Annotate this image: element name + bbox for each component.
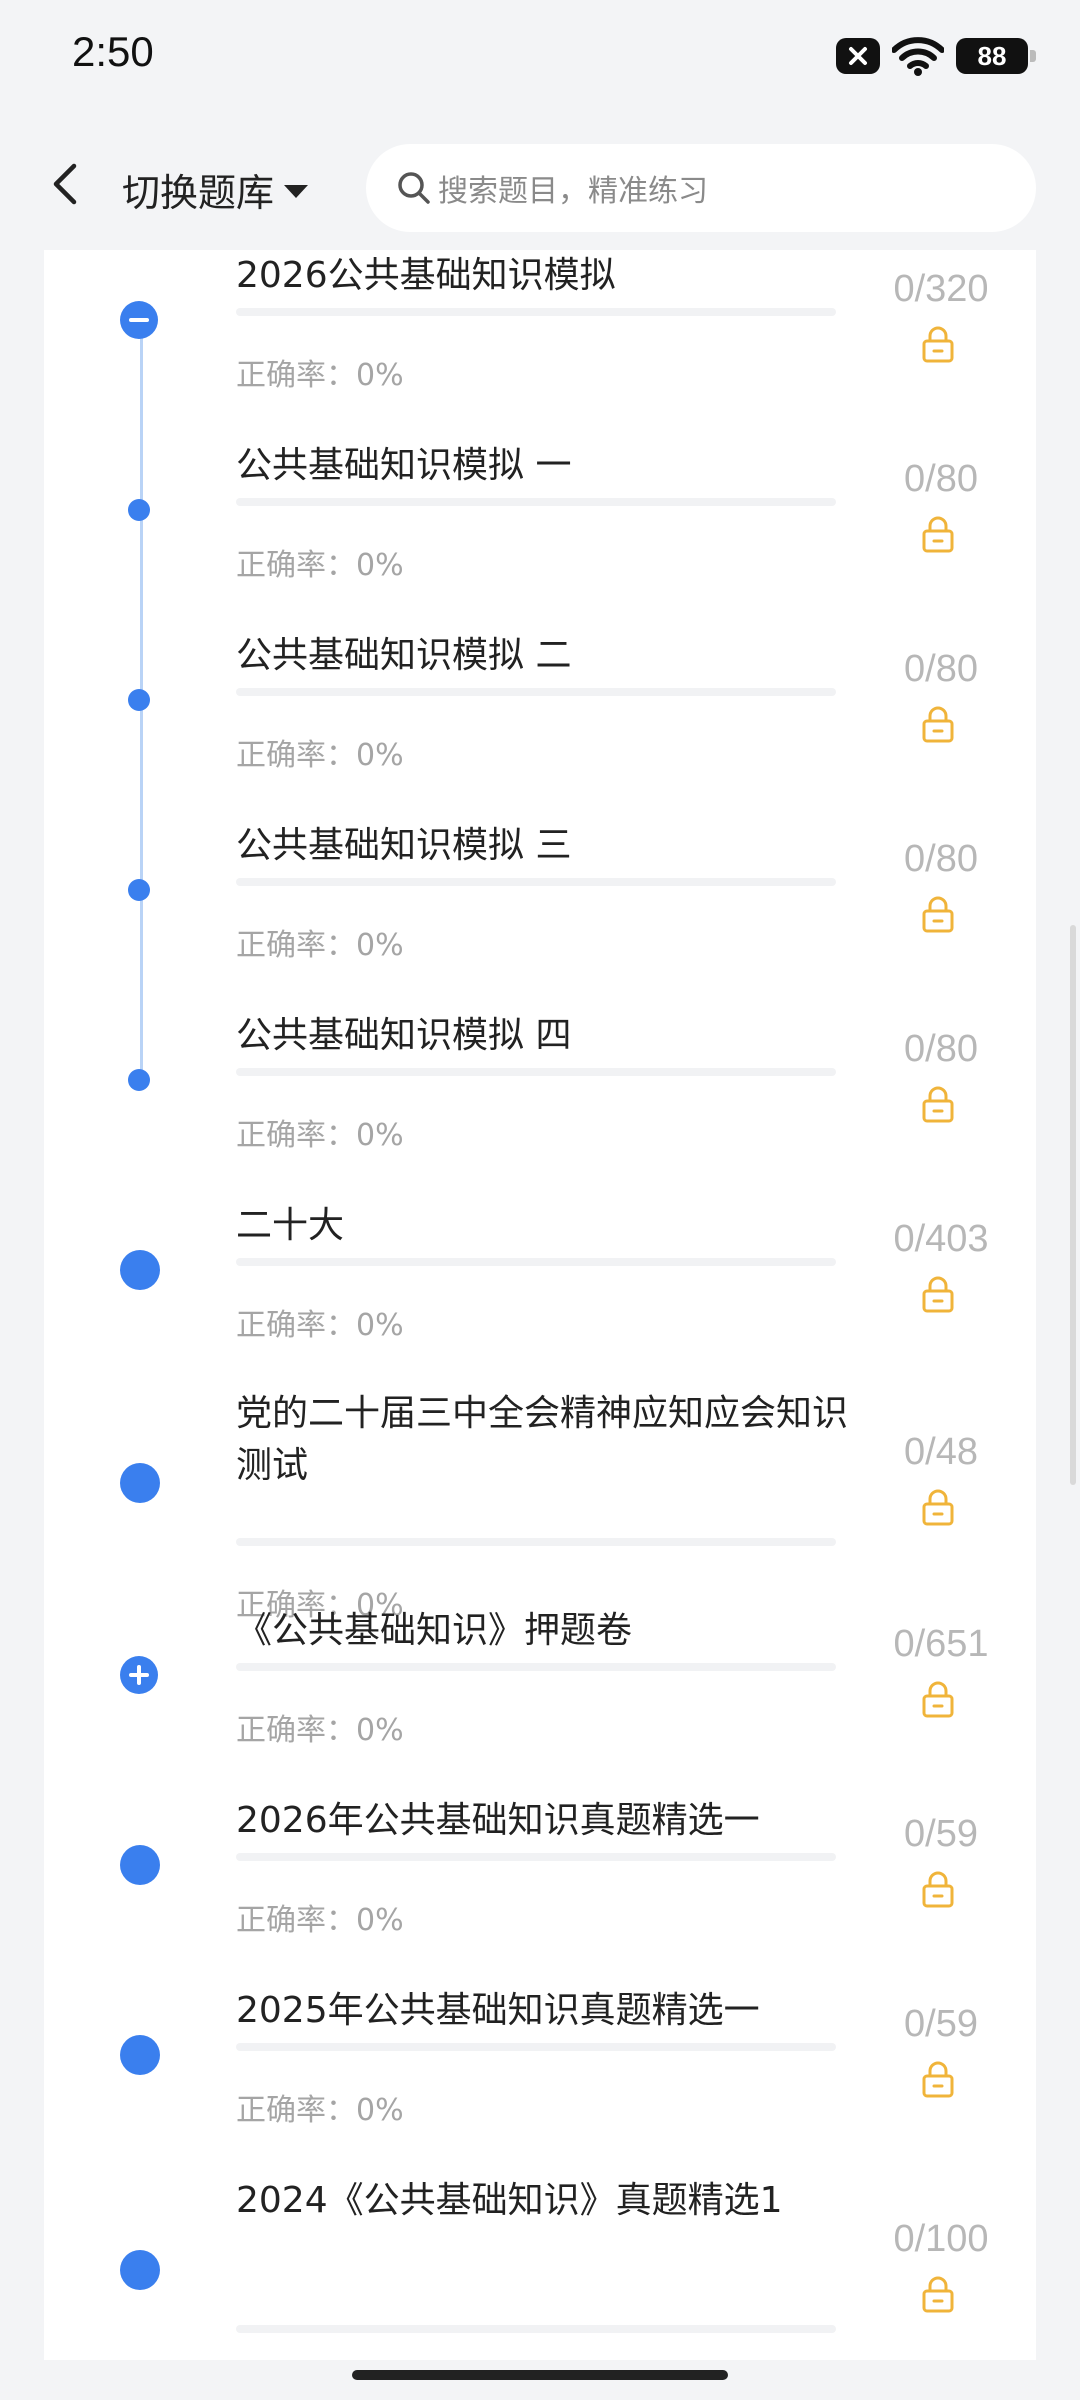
timeline-node <box>128 499 150 521</box>
lock-icon <box>918 1869 958 1909</box>
search-input[interactable]: 搜索题目，精准练习 <box>366 144 1036 232</box>
list-item[interactable]: 《公共基础知识》押题卷正确率：0% 0/651 <box>44 1605 1036 1795</box>
list-item[interactable]: 公共基础知识模拟 一正确率：0% 0/80 <box>44 440 1036 630</box>
search-placeholder: 搜索题目，精准练习 <box>438 174 708 209</box>
lock-icon <box>918 894 958 934</box>
lock-icon <box>918 1084 958 1124</box>
wifi-icon <box>892 37 944 76</box>
item-title: 2025年公共基础知识真题精选一 <box>236 1990 760 2031</box>
item-title: 党的二十届三中全会精神应知应会知识测试 <box>236 1393 849 1486</box>
accuracy-text: 正确率：0% <box>236 928 404 963</box>
progress-bar <box>236 498 836 506</box>
caret-down-icon <box>284 185 309 198</box>
list-item[interactable]: 二十大正确率：0% 0/403 <box>44 1200 1036 1390</box>
accuracy-text: 正确率：0% <box>236 1118 404 1153</box>
question-count: 0/80 <box>904 458 978 500</box>
list-item[interactable]: 公共基础知识模拟 三正确率：0% 0/80 <box>44 820 1036 1010</box>
timeline-node <box>128 879 150 901</box>
item-title: 二十大 <box>236 1205 345 1246</box>
lock-icon <box>918 1274 958 1314</box>
list-item[interactable]: 2025年公共基础知识真题精选一正确率：0% 0/59 <box>44 1985 1036 2175</box>
progress-bar <box>236 1538 836 1546</box>
question-count: 0/59 <box>904 1813 978 1855</box>
progress-bar <box>236 878 836 886</box>
question-count: 0/80 <box>904 1028 978 1070</box>
switch-bank-label: 切换题库 <box>122 171 275 215</box>
progress-bar <box>236 688 836 696</box>
expand-button[interactable] <box>120 1656 158 1694</box>
timeline-node <box>120 1845 160 1885</box>
progress-bar <box>236 1258 836 1266</box>
question-count: 0/80 <box>904 838 978 880</box>
minus-icon <box>129 318 149 322</box>
question-count: 0/59 <box>904 2003 978 2045</box>
top-bar: 切换题库 搜索题目，精准练习 <box>0 120 1080 250</box>
status-time: 2:50 <box>72 28 154 75</box>
lock-icon <box>918 2059 958 2099</box>
progress-bar <box>236 1663 836 1671</box>
question-bank-list: 2026公共基础知识模拟 正确率：0% 0/320 公共基础知识模拟 一正确率：0% 0… <box>44 250 1036 2360</box>
list-item[interactable]: 党的二十届三中全会精神应知应会知识测试 正确率：0% 0/48 <box>44 1388 1036 1623</box>
timeline-node <box>120 1463 160 1503</box>
lock-icon <box>918 324 958 364</box>
item-title: 公共基础知识模拟 二 <box>236 635 572 676</box>
accuracy-text: 正确率：0% <box>236 2093 404 2128</box>
accuracy-text: 正确率：0% <box>236 548 404 583</box>
chevron-left-icon <box>53 163 77 205</box>
notification-close-icon <box>836 38 880 74</box>
progress-bar <box>236 1068 836 1076</box>
accuracy-text: 正确率：0% <box>236 1308 404 1343</box>
item-title: 公共基础知识模拟 三 <box>236 825 572 866</box>
question-count: 0/651 <box>893 1623 989 1665</box>
timeline-node <box>120 2035 160 2075</box>
accuracy-text: 正确率：0% <box>236 1713 404 1748</box>
progress-bar <box>236 1853 836 1861</box>
list-item[interactable]: 2026年公共基础知识真题精选一正确率：0% 0/59 <box>44 1795 1036 1985</box>
item-title: 公共基础知识模拟 一 <box>236 445 572 486</box>
collapse-button[interactable] <box>120 301 158 339</box>
lock-icon <box>918 1679 958 1719</box>
timeline-node <box>128 689 150 711</box>
home-indicator[interactable] <box>352 2370 728 2380</box>
list-item[interactable]: 2026公共基础知识模拟正确率：0% 0/320 <box>44 250 1036 440</box>
plus-icon <box>129 1665 149 1685</box>
question-count: 0/403 <box>893 1218 989 1260</box>
item-title: 《公共基础知识》押题卷 <box>236 1610 633 1651</box>
question-count: 0/80 <box>904 648 978 690</box>
accuracy-text: 正确率：0% <box>236 358 404 393</box>
accuracy-text: 正确率：0% <box>236 1903 404 1938</box>
progress-bar <box>236 308 836 316</box>
accuracy-text: 正确率：0% <box>236 738 404 773</box>
item-title: 2026公共基础知识模拟 <box>236 255 616 296</box>
status-icons: 88 <box>836 36 1036 76</box>
timeline-node <box>128 1069 150 1091</box>
item-title: 2024《公共基础知识》真题精选1 <box>236 2180 783 2221</box>
list-item[interactable]: 公共基础知识模拟 四正确率：0% 0/80 <box>44 1010 1036 1200</box>
status-bar: 2:50 88 <box>0 0 1080 120</box>
battery-indicator: 88 <box>956 38 1036 74</box>
item-title: 公共基础知识模拟 四 <box>236 1015 572 1056</box>
timeline-node <box>120 2250 160 2290</box>
question-count: 0/48 <box>904 1431 978 1473</box>
question-count: 0/100 <box>893 2218 989 2260</box>
item-title: 2026年公共基础知识真题精选一 <box>236 1800 760 1841</box>
progress-bar <box>236 2325 836 2333</box>
lock-icon <box>918 2274 958 2314</box>
scrollbar[interactable] <box>1070 925 1076 1485</box>
list-item[interactable]: 2024《公共基础知识》真题精选1正确率：0%0/100 <box>44 2175 1036 2360</box>
progress-bar <box>236 2043 836 2051</box>
back-button[interactable] <box>36 156 92 212</box>
lock-icon <box>918 514 958 554</box>
search-icon <box>398 172 430 204</box>
timeline-node <box>120 1250 160 1290</box>
lock-icon <box>918 704 958 744</box>
question-count: 0/320 <box>893 268 989 310</box>
lock-icon <box>918 1487 958 1527</box>
switch-bank-dropdown[interactable]: 切换题库 <box>122 162 309 217</box>
list-item[interactable]: 公共基础知识模拟 二正确率：0% 0/80 <box>44 630 1036 820</box>
